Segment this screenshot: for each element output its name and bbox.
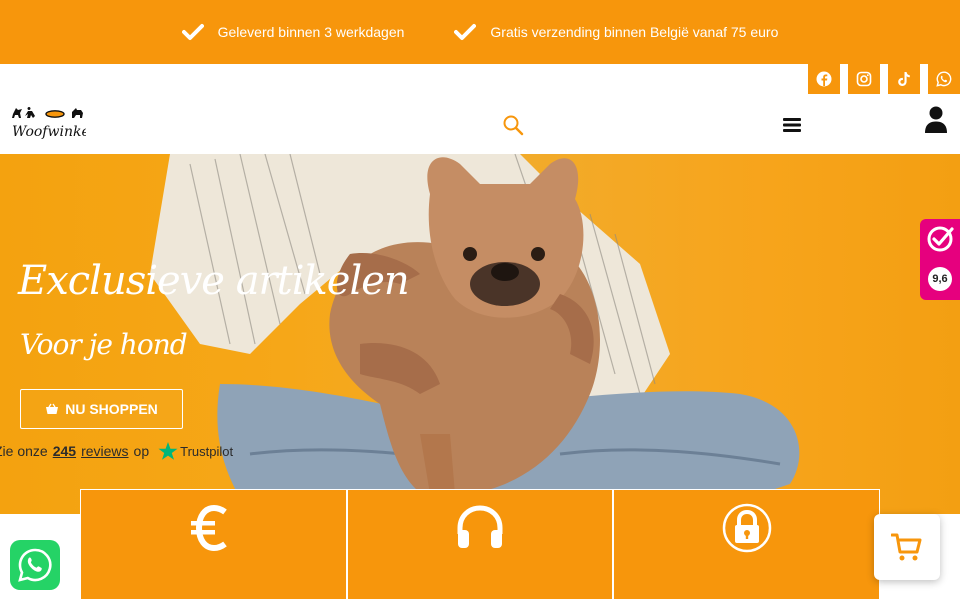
usp-banner: Geleverd binnen 3 werkdagen Gratis verze…	[0, 0, 960, 64]
usp-item: Gratis verzending binnen België vanaf 75…	[454, 23, 778, 41]
hero-banner: Exclusieve artikelen Voor je hond NU SHO…	[0, 154, 960, 514]
feature-box-secure	[613, 489, 881, 600]
feature-box-price	[80, 489, 347, 600]
site-header: Woofwinkel	[0, 64, 960, 154]
kiyoh-icon	[927, 226, 954, 252]
cart-icon	[891, 533, 922, 561]
menu-toggle[interactable]	[782, 116, 802, 134]
rating-widget[interactable]: 9,6	[920, 219, 960, 300]
whatsapp-link[interactable]	[928, 64, 960, 94]
tiktok-icon	[898, 72, 910, 86]
rating-score: 9,6	[928, 267, 952, 291]
site-logo[interactable]: Woofwinkel	[10, 104, 94, 144]
headphones-icon	[457, 505, 503, 548]
reviews-count[interactable]: 245	[53, 443, 76, 459]
trustpilot-star-icon	[158, 442, 178, 460]
user-icon	[925, 106, 947, 133]
euro-icon	[191, 504, 228, 552]
facebook-icon	[816, 71, 832, 87]
whatsapp-icon	[936, 71, 952, 87]
instagram-icon	[856, 71, 872, 87]
reviews-word[interactable]: reviews	[81, 443, 128, 459]
account-button[interactable]	[924, 106, 948, 134]
search-icon	[503, 115, 524, 136]
shop-now-label: NU SHOPPEN	[65, 401, 158, 417]
feature-box-support	[346, 489, 614, 600]
usp-text: Gratis verzending binnen België vanaf 75…	[490, 24, 779, 40]
logo-text: Woofwinkel	[12, 124, 86, 140]
hero-subtitle: Voor je hond	[20, 328, 188, 361]
woofwinkel-logo: Woofwinkel	[12, 107, 94, 140]
hero-title: Exclusieve artikelen	[18, 258, 410, 304]
trustpilot-reviews[interactable]: Zie onze 245 reviews op Trustpilot	[0, 442, 233, 460]
reviews-on: op	[133, 443, 150, 459]
feature-boxes	[80, 489, 881, 600]
shop-now-button[interactable]: NU SHOPPEN	[20, 389, 183, 429]
trustpilot-brand[interactable]: Trustpilot	[158, 442, 233, 460]
lock-icon	[722, 503, 771, 553]
tiktok-link[interactable]	[888, 64, 920, 94]
check-icon	[454, 24, 477, 40]
instagram-link[interactable]	[848, 64, 880, 94]
trustpilot-label: Trustpilot	[180, 443, 234, 459]
reviews-prefix: Zie onze	[0, 443, 48, 459]
menu-icon	[783, 118, 801, 132]
facebook-link[interactable]	[808, 64, 840, 94]
whatsapp-chat-button[interactable]	[10, 540, 60, 590]
whatsapp-icon	[18, 548, 52, 582]
search-button[interactable]	[502, 114, 524, 136]
check-icon	[181, 24, 204, 40]
social-links	[808, 64, 960, 94]
usp-text: Geleverd binnen 3 werkdagen	[217, 24, 405, 40]
usp-item: Geleverd binnen 3 werkdagen	[181, 23, 405, 41]
basket-icon	[46, 403, 59, 414]
cart-button[interactable]	[874, 514, 940, 580]
